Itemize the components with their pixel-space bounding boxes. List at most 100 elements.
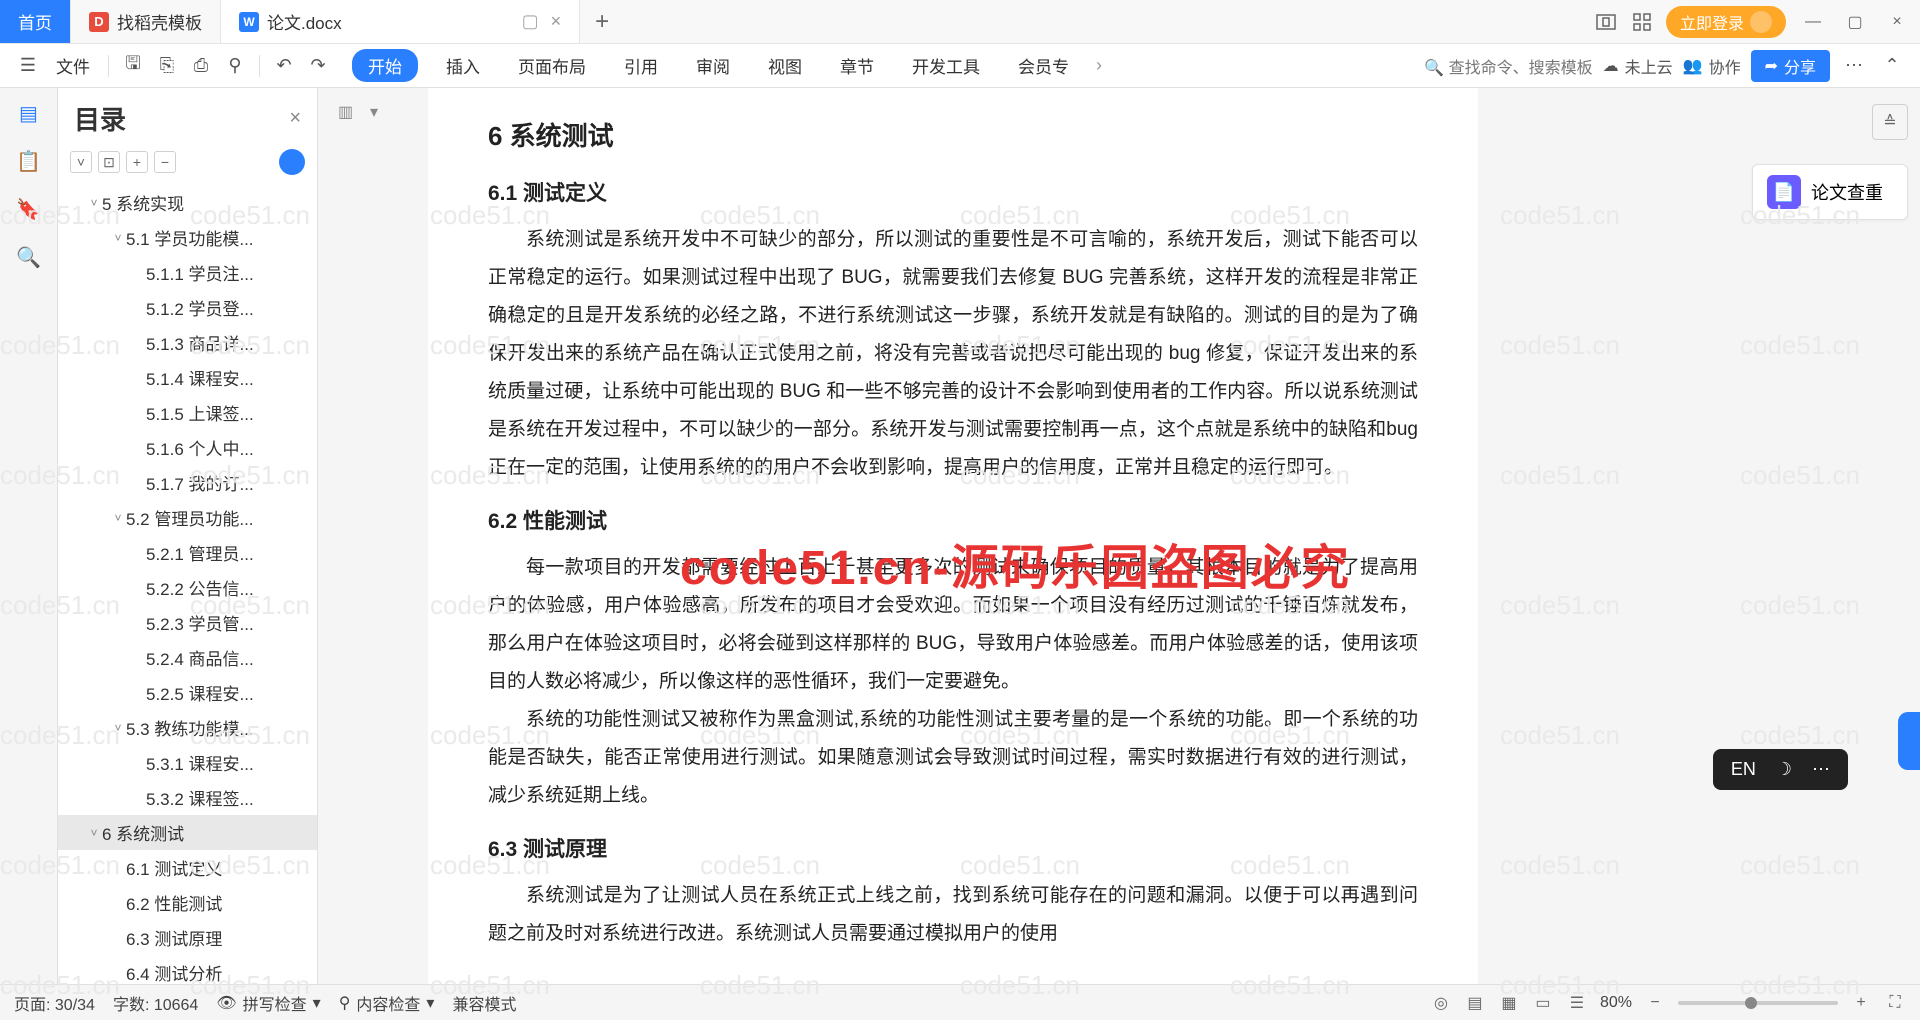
login-button[interactable]: 立即登录 (1666, 6, 1786, 38)
outline-close-icon[interactable]: × (289, 107, 301, 130)
outline-item[interactable]: ˅5.2 管理员功能... (58, 500, 317, 535)
plagiarism-check-button[interactable]: 📄 论文查重 (1752, 164, 1908, 220)
zoom-slider[interactable] (1678, 1001, 1838, 1005)
outline-item[interactable]: 5.1.1 学员注... (58, 255, 317, 290)
ribbon-collapse-icon[interactable]: ⋯ (1840, 52, 1868, 80)
outline-item[interactable]: 5.2.4 商品信... (58, 640, 317, 675)
bookmark-rail-icon[interactable]: 🔖 (14, 194, 44, 224)
tab-document[interactable]: W 论文.docx ▢ × (221, 0, 580, 43)
tab-popout-icon[interactable]: ▢ (522, 11, 539, 32)
outline-item[interactable]: 5.1.5 上课签... (58, 395, 317, 430)
wps-doc-icon: W (239, 12, 259, 32)
tab-home[interactable]: 首页 (0, 0, 71, 43)
avatar-icon (1750, 11, 1772, 33)
ime-indicator[interactable]: EN☽⋯ (1713, 749, 1848, 790)
outline-item[interactable]: ˅5.3 教练功能模... (58, 710, 317, 745)
print-icon[interactable]: ⎙ (187, 52, 215, 80)
add-item-icon[interactable]: + (126, 151, 148, 173)
ribbon-tab-1[interactable]: 插入 (436, 49, 490, 82)
left-rail: ▤ 📋 🔖 🔍 (0, 88, 58, 984)
page-indicator[interactable]: 页面: 30/34 (14, 991, 95, 1015)
outline-item[interactable]: 6.3 测试原理 (58, 920, 317, 955)
outline-item[interactable]: 5.2.3 学员管... (58, 605, 317, 640)
content-check[interactable]: ⚲ 内容检查 ▾ (339, 991, 435, 1015)
window-maximize[interactable]: ▢ (1840, 7, 1870, 37)
clipboard-rail-icon[interactable]: 📋 (14, 146, 44, 176)
view-focus-icon[interactable]: ◎ (1430, 992, 1452, 1014)
apps-icon[interactable] (1630, 10, 1654, 34)
outline-item[interactable]: 5.1.2 学员登... (58, 290, 317, 325)
layout-icon[interactable] (1594, 10, 1618, 34)
outline-item[interactable]: 5.1.6 个人中... (58, 430, 317, 465)
spell-check[interactable]: 👁 拼写检查 ▾ (216, 991, 320, 1015)
outline-item[interactable]: ˅5 系统实现 (58, 185, 317, 220)
view-web-icon[interactable]: ▦ (1498, 992, 1520, 1014)
outline-item[interactable]: 5.1.7 我的订... (58, 465, 317, 500)
fullscreen-icon[interactable]: ⛶ (1884, 992, 1906, 1014)
outline-item[interactable]: 6.2 性能测试 (58, 885, 317, 920)
ribbon-tab-3[interactable]: 引用 (614, 49, 668, 82)
ribbon: ☰ 文件 🖫 ⎘ ⎙ ⚲ ↶ ↷ 开始插入页面布局引用审阅视图章节开发工具会员专… (0, 44, 1920, 88)
tab-template[interactable]: D 找稻壳模板 (71, 0, 221, 43)
collapse-all-icon[interactable]: ˅ (70, 151, 92, 173)
outline-item[interactable]: 5.3.2 课程签... (58, 780, 317, 815)
outline-item[interactable]: 5.2.5 课程安... (58, 675, 317, 710)
ribbon-more-icon[interactable]: › (1085, 52, 1113, 80)
expand-tree-icon[interactable]: ⊡ (98, 151, 120, 173)
search-rail-icon[interactable]: 🔍 (14, 242, 44, 272)
remove-item-icon[interactable]: − (154, 151, 176, 173)
heading-6-1: 6.1 测试定义 (488, 177, 1418, 207)
ribbon-up-icon[interactable]: ⌃ (1878, 52, 1906, 80)
window-minimize[interactable]: — (1798, 7, 1828, 37)
ribbon-tab-0[interactable]: 开始 (352, 49, 418, 82)
undo-icon[interactable]: ↶ (270, 52, 298, 80)
share-button[interactable]: ➦ 分享 (1751, 50, 1830, 82)
outline-item[interactable]: 5.1.3 商品详... (58, 325, 317, 360)
docer-icon: D (89, 12, 109, 32)
ai-assist-icon[interactable] (279, 149, 305, 175)
command-search[interactable]: 🔍 查找命令、搜索模板 (1424, 54, 1592, 78)
preview-icon[interactable]: ⚲ (221, 52, 249, 80)
collab-button[interactable]: 👥 协作 (1683, 54, 1741, 78)
ribbon-tab-5[interactable]: 视图 (758, 49, 812, 82)
outline-item[interactable]: ˅5.1 学员功能模... (58, 220, 317, 255)
center-watermark: code51.cn-源码乐园盗图必究 (680, 528, 1351, 598)
outline-item[interactable]: 5.2.1 管理员... (58, 535, 317, 570)
outline-rail-icon[interactable]: ▤ (14, 98, 44, 128)
paragraph: 系统测试是系统开发中不可缺少的部分，所以测试的重要性是不可言喻的，系统开发后，测… (488, 221, 1418, 487)
outline-item[interactable]: 6.1 测试定义 (58, 850, 317, 885)
page-doc-icon[interactable]: ▥ (338, 102, 362, 126)
zoom-value[interactable]: 80% (1600, 994, 1632, 1012)
file-menu[interactable]: 文件 (48, 51, 98, 80)
paragraph: 系统的功能性测试又被称作为黑盒测试,系统的功能性测试主要考量的是一个系统的功能。… (488, 701, 1418, 815)
save-icon[interactable]: 🖫 (119, 52, 147, 80)
ribbon-tab-6[interactable]: 章节 (830, 49, 884, 82)
outline-item[interactable]: 5.3.1 课程安... (58, 745, 317, 780)
redo-icon[interactable]: ↷ (304, 52, 332, 80)
view-print-icon[interactable]: ▤ (1464, 992, 1486, 1014)
view-outline-icon[interactable]: ☰ (1566, 992, 1588, 1014)
zoom-out-icon[interactable]: − (1644, 992, 1666, 1014)
check-doc-icon: 📄 (1767, 175, 1801, 209)
tab-close-icon[interactable]: × (551, 11, 562, 32)
outline-item[interactable]: 5.1.4 课程安... (58, 360, 317, 395)
ribbon-tab-7[interactable]: 开发工具 (902, 49, 990, 82)
save-as-icon[interactable]: ⎘ (153, 52, 181, 80)
view-read-icon[interactable]: ▭ (1532, 992, 1554, 1014)
fold-panel-icon[interactable]: ≙ (1872, 104, 1908, 140)
word-count[interactable]: 字数: 10664 (113, 991, 198, 1015)
ribbon-tab-4[interactable]: 审阅 (686, 49, 740, 82)
outline-item[interactable]: ˅6 系统测试 (58, 815, 317, 850)
ribbon-tab-2[interactable]: 页面布局 (508, 49, 596, 82)
compat-mode[interactable]: 兼容模式 (452, 991, 516, 1015)
outline-item[interactable]: 5.2.2 公告信... (58, 570, 317, 605)
window-close[interactable]: × (1882, 7, 1912, 37)
outline-item[interactable]: 6.4 测试分析 (58, 955, 317, 984)
cloud-status[interactable]: ☁ 未上云 (1603, 54, 1673, 78)
zoom-in-icon[interactable]: + (1850, 992, 1872, 1014)
right-edge-handle[interactable] (1898, 712, 1920, 770)
ribbon-tab-8[interactable]: 会员专 (1008, 49, 1079, 82)
hamburger-icon[interactable]: ☰ (14, 52, 42, 80)
page-down-icon[interactable]: ▾ (370, 102, 394, 126)
new-tab-button[interactable]: + (580, 0, 624, 43)
